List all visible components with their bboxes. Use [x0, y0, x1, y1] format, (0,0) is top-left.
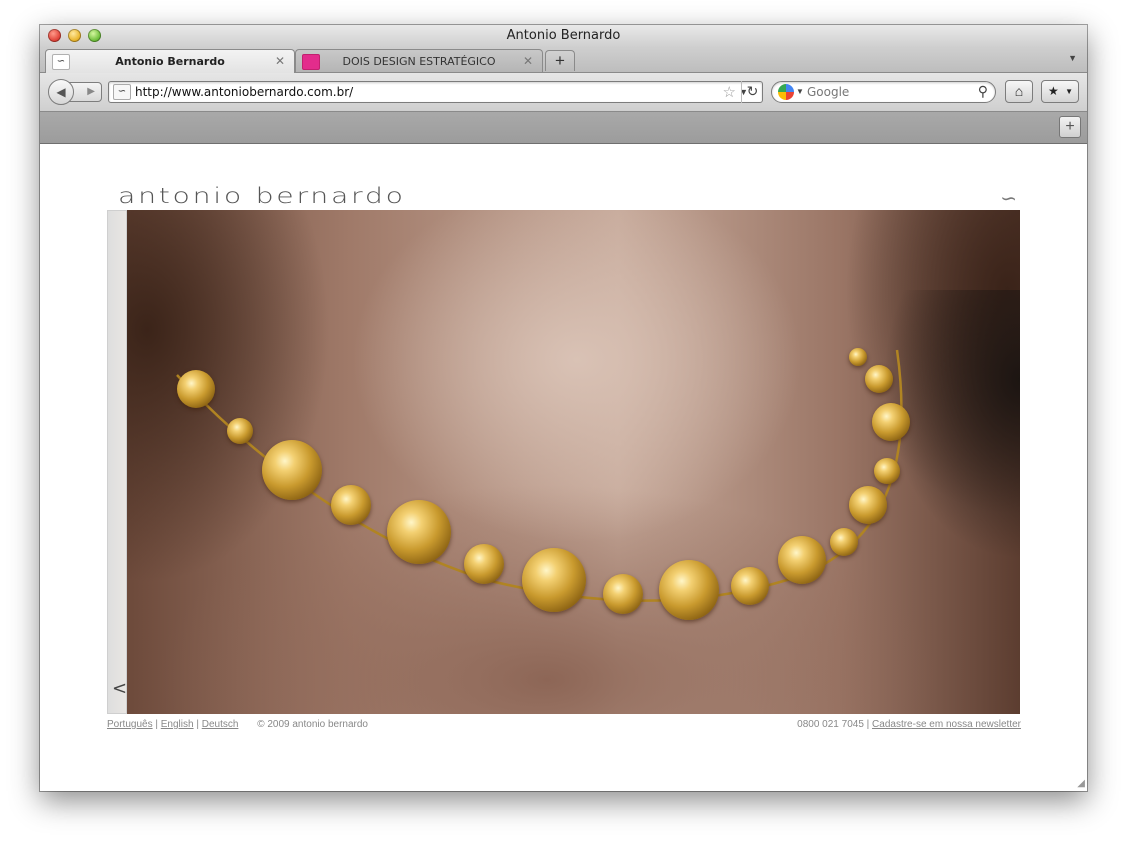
home-button[interactable]: ⌂ [1005, 80, 1033, 103]
search-bar[interactable]: ▼ Google ⚲ [771, 81, 996, 103]
tab-label: Antonio Bernardo [115, 55, 225, 68]
tab-label: DOIS DESIGN ESTRATÉGICO [342, 55, 496, 68]
necklace-bead [464, 544, 504, 584]
logo-mark-icon: ∽ [1000, 188, 1017, 210]
new-tab-button[interactable]: + [545, 50, 575, 71]
footer-right: 0800 021 7045 | Cadastre-se em nossa new… [797, 719, 1021, 730]
search-input[interactable]: Google [807, 85, 849, 99]
footer-left: Português | English | Deutsch © 2009 ant… [107, 719, 368, 730]
necklace-bead [731, 567, 769, 605]
browser-window: Antonio Bernardo ∽ Antonio Bernardo ✕ DO… [40, 25, 1087, 791]
tab-dois-design[interactable]: DOIS DESIGN ESTRATÉGICO ✕ [295, 49, 543, 72]
lang-link-portugues[interactable]: Português [107, 719, 153, 730]
necklace-bead [522, 548, 586, 612]
necklace-bead [872, 403, 910, 441]
necklace-bead [387, 500, 451, 564]
reload-icon[interactable]: ↻ [741, 81, 763, 103]
chevron-down-icon: ▼ [1065, 87, 1073, 96]
close-tab-icon[interactable]: ✕ [275, 54, 285, 68]
bookmarks-menu-button[interactable]: ★ ▼ [1041, 80, 1079, 103]
tab-strip: ∽ Antonio Bernardo ✕ DOIS DESIGN ESTRATÉ… [40, 47, 1087, 73]
necklace-bead [331, 485, 371, 525]
bookmarks-toolbar: + [40, 112, 1087, 144]
navigation-toolbar: ▶ ◀ ∽ http://www.antoniobernardo.com.br/… [40, 73, 1087, 112]
window-controls [48, 29, 101, 42]
previous-slide-button[interactable]: < [112, 678, 127, 699]
engine-dropdown-icon[interactable]: ▼ [796, 87, 804, 96]
back-button[interactable]: ◀ [48, 79, 74, 105]
necklace-bead [227, 418, 253, 444]
slider-sidebar: < [107, 210, 127, 714]
tab-list-dropdown-icon[interactable]: ▼ [1068, 53, 1077, 63]
lang-link-deutsch[interactable]: Deutsch [202, 719, 239, 730]
site-identity-icon[interactable]: ∽ [113, 84, 131, 100]
necklace-bead [849, 486, 887, 524]
newsletter-link[interactable]: Cadastre-se em nossa newsletter [872, 719, 1021, 730]
necklace-bead [849, 348, 867, 366]
tab-antonio-bernardo[interactable]: ∽ Antonio Bernardo ✕ [45, 49, 295, 73]
necklace-bead [262, 440, 322, 500]
url-text[interactable]: http://www.antoniobernardo.com.br/ [135, 85, 353, 99]
add-button[interactable]: + [1059, 116, 1081, 138]
web-page: antonio bernardo ∽ < Português | English… [40, 144, 1087, 791]
copyright-text: © 2009 antonio bernardo [257, 719, 368, 730]
close-tab-icon[interactable]: ✕ [523, 54, 533, 68]
zoom-window-button[interactable] [88, 29, 101, 42]
google-engine-icon[interactable] [778, 84, 794, 100]
necklace-bead [659, 560, 719, 620]
necklace-bead [603, 574, 643, 614]
window-title: Antonio Bernardo [506, 28, 621, 43]
necklace-bead [874, 458, 900, 484]
search-icon[interactable]: ⚲ [978, 83, 988, 100]
title-bar: Antonio Bernardo [40, 25, 1087, 47]
necklace-bead [830, 528, 858, 556]
hero-necklace-image [127, 210, 1020, 714]
address-bar[interactable]: ∽ http://www.antoniobernardo.com.br/ ☆ ▼ [108, 81, 763, 103]
necklace-bead [177, 370, 215, 408]
minimize-window-button[interactable] [68, 29, 81, 42]
back-forward-group: ▶ ◀ [48, 79, 102, 105]
site-logo[interactable]: antonio bernardo [118, 184, 406, 208]
necklace-bead [865, 365, 893, 393]
necklace-bead [778, 536, 826, 584]
bookmarks-icon: ★ [1048, 84, 1059, 98]
bookmark-star-icon[interactable]: ☆ [723, 83, 736, 101]
lang-link-english[interactable]: English [161, 719, 194, 730]
phone-number: 0800 021 7045 [797, 719, 864, 730]
close-window-button[interactable] [48, 29, 61, 42]
resize-grip-icon[interactable]: ◢ [1077, 778, 1085, 789]
